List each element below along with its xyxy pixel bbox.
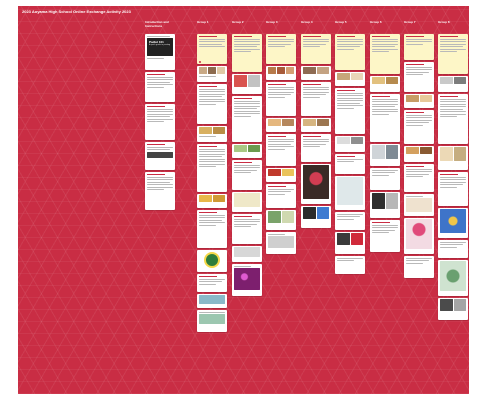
post-card[interactable] [438,260,468,296]
post-card[interactable] [335,72,365,86]
post-card[interactable] [301,34,331,64]
post-card[interactable] [197,144,227,192]
column-group-3 [266,34,296,254]
post-card[interactable] [301,118,331,132]
column-header-group-3: Group 3 [266,20,278,24]
post-card[interactable] [404,194,434,216]
column-group-6 [370,34,400,252]
post-card[interactable] [232,74,262,94]
post-card[interactable] [197,66,227,82]
post-card[interactable] [404,146,434,162]
post-card[interactable] [335,136,365,152]
post-card[interactable] [232,192,262,212]
post-card[interactable] [197,310,227,332]
post-card[interactable] [266,134,296,166]
post-card[interactable] [266,184,296,208]
post-card[interactable] [301,66,331,80]
post-card[interactable] [266,232,296,254]
post-card[interactable] [266,210,296,230]
post-card[interactable] [301,164,331,204]
column-group-7 [404,34,434,278]
board-title: 2023 Aoyama High School Online Exchange … [22,9,131,14]
post-card[interactable] [438,240,468,258]
intro-text-card[interactable] [145,172,175,210]
post-card[interactable] [301,134,331,162]
post-card[interactable] [404,34,434,60]
column-header-group-7: Group 7 [404,20,416,24]
post-card[interactable] [301,82,331,116]
column-group-4 [301,34,331,228]
post-card[interactable] [404,94,434,108]
post-card[interactable] [370,76,400,92]
post-card[interactable] [197,194,227,208]
column-header-group-5: Group 5 [335,20,347,24]
post-card[interactable] [404,164,434,192]
column-intro: Padlet 101 A quick guide to posting [145,34,175,210]
post-card[interactable] [335,154,365,174]
post-card[interactable] [197,34,227,64]
post-card[interactable] [438,298,468,320]
post-card[interactable] [370,220,400,252]
post-card[interactable] [301,206,331,228]
padlet-guide-image: Padlet 101 A quick guide to posting [147,38,173,56]
post-card[interactable] [438,208,468,238]
column-header-group-1: Group 1 [197,20,209,24]
post-card[interactable] [335,232,365,254]
post-card[interactable] [232,246,262,262]
padlet-board: 2023 Aoyama High School Online Exchange … [18,6,469,394]
post-card[interactable] [370,94,400,142]
column-group-8 [438,34,468,320]
column-group-2 [232,34,262,296]
intro-text-card[interactable] [145,142,175,170]
post-card[interactable] [197,210,227,248]
post-card[interactable] [404,256,434,278]
post-card[interactable] [266,34,296,64]
post-card[interactable] [266,118,296,132]
column-header-intro: Introduction and Instructions [145,20,169,28]
post-card[interactable] [335,176,365,210]
column-header-group-6: Group 6 [370,20,382,24]
post-card[interactable] [266,168,296,182]
post-card[interactable] [266,82,296,116]
column-header-group-4: Group 4 [301,20,313,24]
post-card[interactable] [232,144,262,158]
intro-text-card[interactable] [145,104,175,140]
post-card[interactable] [335,88,365,134]
post-card[interactable] [232,96,262,142]
post-card[interactable] [232,160,262,190]
post-card[interactable] [232,214,262,244]
column-header-group-8: Group 8 [438,20,450,24]
post-card[interactable] [438,172,468,206]
post-card[interactable] [197,126,227,142]
post-card[interactable] [438,146,468,170]
post-card[interactable] [404,62,434,92]
post-card[interactable] [266,66,296,80]
post-card[interactable] [404,110,434,144]
post-card[interactable] [404,218,434,254]
post-card[interactable] [335,34,365,70]
post-card[interactable] [370,168,400,190]
intro-text-card[interactable] [145,72,175,102]
post-card[interactable] [438,76,468,92]
post-card[interactable] [335,256,365,274]
post-card[interactable] [197,294,227,308]
post-card[interactable] [197,274,227,292]
column-group-5 [335,34,365,274]
post-card[interactable] [197,84,227,124]
intro-post-card[interactable]: Padlet 101 A quick guide to posting [145,34,175,70]
column-header-group-2: Group 2 [232,20,244,24]
post-card[interactable] [370,34,400,74]
post-card[interactable] [370,192,400,218]
post-card[interactable] [370,144,400,166]
post-card[interactable] [232,34,262,72]
post-card[interactable] [438,94,468,144]
post-card[interactable] [438,34,468,74]
post-card[interactable] [232,264,262,296]
column-group-1 [197,34,227,332]
post-card[interactable] [335,212,365,230]
guide-banner-sub: A quick guide to posting [149,44,171,46]
post-card[interactable] [197,250,227,272]
